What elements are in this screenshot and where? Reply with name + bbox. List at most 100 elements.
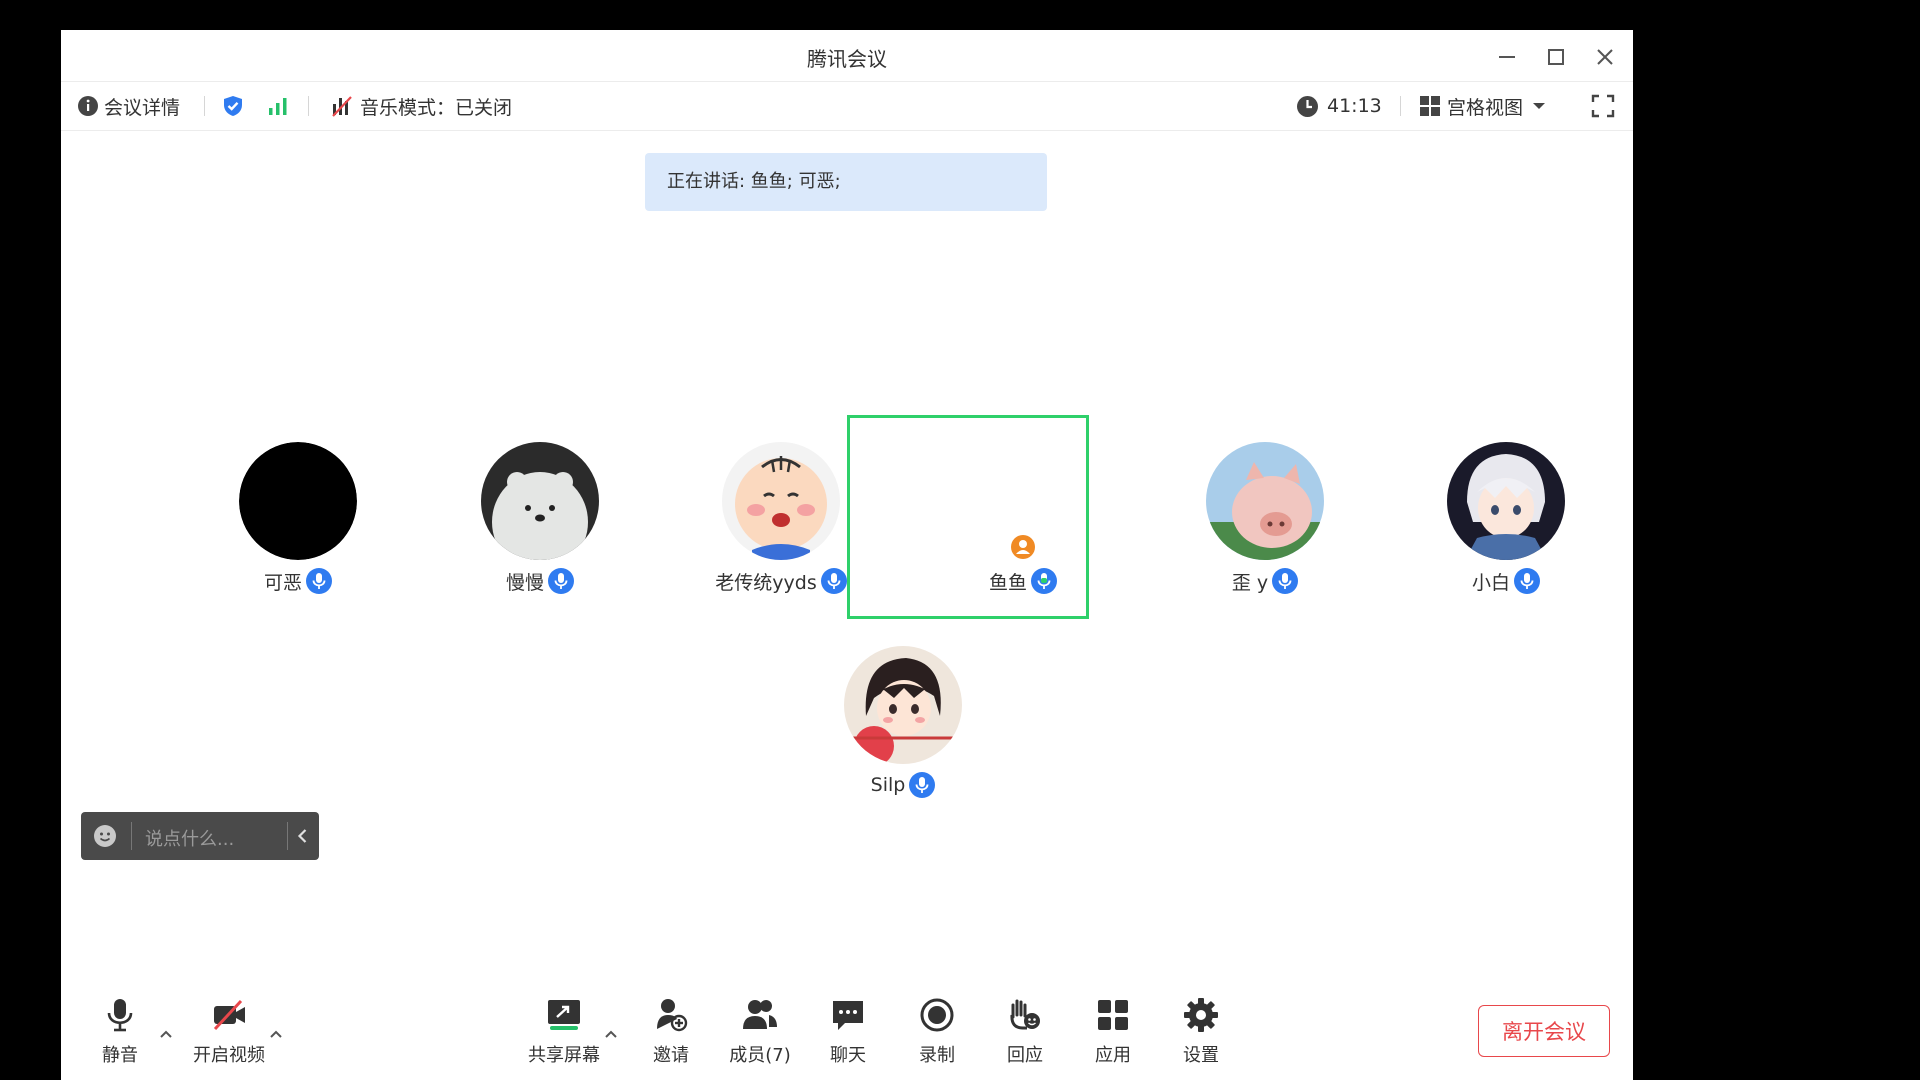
- bottom-toolbar: 静音 开启视频 共享屏幕 邀请 成员(7) 聊天 录制 回应 应用 设置: [61, 995, 1633, 1080]
- chevron-up-icon[interactable]: [267, 1025, 285, 1043]
- settings-button[interactable]: 设置: [1161, 995, 1241, 1075]
- mic-icon: [909, 772, 936, 798]
- members-button[interactable]: 成员(7): [720, 995, 800, 1075]
- divider: [287, 822, 288, 850]
- network-status[interactable]: [267, 82, 289, 130]
- members-icon: [743, 1000, 777, 1029]
- participant-tile[interactable]: 老传统yyds: [661, 430, 901, 594]
- participant-name-row: 慢慢: [420, 568, 660, 594]
- video-off-icon: [213, 999, 245, 1031]
- participant-tile-active[interactable]: 鱼鱼: [903, 430, 1143, 594]
- mute-label: 静音: [102, 1045, 138, 1066]
- divider: [1400, 96, 1401, 116]
- participant-name-row: 歪 y: [1145, 568, 1385, 594]
- participant-name-row: Silp: [783, 772, 1023, 798]
- participant-name-row: 可恶: [178, 568, 418, 594]
- chevron-left-icon[interactable]: [293, 826, 313, 846]
- invite-button[interactable]: 邀请: [631, 995, 711, 1075]
- apps-label: 应用: [1095, 1045, 1131, 1066]
- chevron-up-icon[interactable]: [157, 1025, 175, 1043]
- react-label: 回应: [1007, 1045, 1043, 1066]
- share-screen-label: 共享屏幕: [528, 1045, 600, 1066]
- participant-name: 歪 y: [1231, 571, 1269, 594]
- info-icon: [78, 96, 98, 116]
- divider: [204, 96, 205, 116]
- participant-name-row: 鱼鱼: [903, 568, 1143, 594]
- chevron-up-icon[interactable]: [602, 1025, 620, 1043]
- fullscreen-button[interactable]: [1591, 82, 1615, 130]
- participant-name: 小白: [1471, 571, 1510, 594]
- mic-speaking-icon: [1031, 568, 1057, 594]
- record-button[interactable]: 录制: [897, 995, 977, 1075]
- speaking-indicator: 正在讲话: 鱼鱼; 可恶;: [645, 153, 1047, 211]
- share-screen-button[interactable]: 共享屏幕: [524, 995, 604, 1075]
- share-screen-icon: [548, 1000, 580, 1030]
- participant-tile[interactable]: 可恶: [178, 430, 418, 594]
- participant-tile[interactable]: 小白: [1386, 430, 1626, 594]
- hand-raise-icon: [1010, 999, 1040, 1030]
- default-user-icon: [1011, 535, 1035, 559]
- view-mode-dropdown[interactable]: 宫格视图: [1419, 82, 1547, 130]
- participant-tile[interactable]: 歪 y: [1145, 430, 1385, 594]
- mic-icon: [548, 568, 574, 594]
- maximize-button[interactable]: [1539, 40, 1573, 74]
- start-video-button[interactable]: 开启视频: [189, 995, 269, 1075]
- emoji-icon[interactable]: [93, 824, 117, 848]
- participant-name-row: 小白: [1386, 568, 1626, 594]
- window-title: 腾讯会议: [807, 47, 887, 71]
- avatar: [1206, 442, 1324, 560]
- quick-chat-bar[interactable]: 说点什么...: [81, 812, 319, 860]
- mic-icon: [820, 568, 847, 594]
- divider: [308, 96, 309, 116]
- add-user-icon: [657, 999, 688, 1032]
- music-off-icon: [332, 96, 352, 117]
- divider: [131, 822, 132, 850]
- maximize-icon: [1548, 49, 1564, 65]
- invite-label: 邀请: [653, 1045, 689, 1066]
- participant-tile[interactable]: 慢慢: [420, 430, 660, 594]
- mic-icon: [1514, 568, 1540, 594]
- chat-input-placeholder[interactable]: 说点什么...: [145, 825, 234, 851]
- music-mode-button[interactable]: 音乐模式：已关闭: [330, 82, 512, 130]
- close-icon: [1597, 49, 1613, 65]
- participant-name: 鱼鱼: [988, 571, 1027, 594]
- record-label: 录制: [919, 1045, 955, 1066]
- start-video-label: 开启视频: [193, 1045, 265, 1066]
- signal-bars-icon: [269, 98, 287, 115]
- avatar: [1447, 442, 1565, 560]
- close-button[interactable]: [1588, 40, 1622, 74]
- meeting-timer: 41:13: [1296, 82, 1382, 130]
- view-mode-label: 宫格视图: [1447, 96, 1524, 119]
- apps-button[interactable]: 应用: [1073, 995, 1153, 1075]
- meeting-window: 腾讯会议 会议详情 音乐模式：已关闭 41:13 宫格视图 正在讲话: 鱼鱼; …: [61, 30, 1633, 1080]
- mic-icon: [1272, 568, 1299, 594]
- chat-button[interactable]: 聊天: [808, 995, 888, 1075]
- chat-icon: [833, 1001, 863, 1030]
- participant-tile[interactable]: Silp: [783, 634, 1023, 798]
- minimize-button[interactable]: [1490, 40, 1524, 74]
- info-bar: 会议详情 音乐模式：已关闭 41:13 宫格视图: [61, 82, 1633, 131]
- meeting-details-label: 会议详情: [104, 96, 181, 119]
- participant-name: 老传统yyds: [715, 571, 817, 594]
- participant-name: 可恶: [263, 571, 302, 594]
- record-icon: [920, 998, 954, 1032]
- members-label: 成员(7): [729, 1045, 791, 1066]
- caret-down-icon: [1533, 103, 1546, 109]
- participant-name: Silp: [870, 774, 906, 796]
- timer-value: 41:13: [1327, 95, 1382, 117]
- music-mode-label: 音乐模式：已关闭: [360, 96, 513, 119]
- react-button[interactable]: 回应: [985, 995, 1065, 1075]
- avatar: [844, 646, 962, 764]
- gear-icon: [1184, 998, 1218, 1032]
- mute-button[interactable]: 静音: [80, 995, 160, 1075]
- mic-icon: [306, 568, 332, 594]
- minimize-icon: [1499, 56, 1515, 58]
- participant-name-row: 老传统yyds: [661, 568, 901, 594]
- avatar: [239, 442, 357, 560]
- shield-check-icon: [224, 96, 242, 116]
- meeting-details-button[interactable]: 会议详情: [77, 82, 180, 130]
- leave-meeting-button[interactable]: 离开会议: [1478, 1005, 1610, 1057]
- title-bar: 腾讯会议: [61, 30, 1633, 82]
- security-button[interactable]: [221, 82, 245, 130]
- settings-label: 设置: [1183, 1045, 1219, 1066]
